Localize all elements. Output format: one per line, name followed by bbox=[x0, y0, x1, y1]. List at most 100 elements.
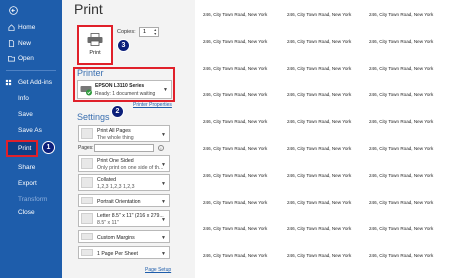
preview-label: 246, City Town Road, New York bbox=[287, 65, 352, 71]
preview-label: 246, City Town Road, New York bbox=[203, 92, 268, 98]
sidebar-item-label: Export bbox=[18, 180, 37, 187]
chevron-down-icon: ▼ bbox=[161, 250, 166, 257]
option-title: Custom Margins bbox=[97, 235, 135, 241]
add-ins-icon bbox=[5, 79, 12, 86]
preview-label: 246, City Town Road, New York bbox=[369, 199, 434, 205]
preview-label: 246, City Town Road, New York bbox=[287, 199, 352, 205]
collated-icon bbox=[81, 177, 93, 188]
option-subtitle: Only print on one side of th... bbox=[97, 165, 164, 171]
option-title: Letter 8.5" x 11" (216 x 279... bbox=[97, 213, 164, 219]
preview-label: 246, City Town Road, New York bbox=[203, 38, 268, 44]
stepper-arrows-icon: ▲ ▼ bbox=[153, 28, 157, 36]
sidebar-item-home[interactable]: Home bbox=[0, 20, 62, 36]
option-subtitle: 1,2,3 1,2,3 1,2,3 bbox=[97, 184, 135, 190]
pages-per-sheet-icon bbox=[81, 249, 93, 256]
annotation-badge-1: 1 bbox=[42, 141, 55, 154]
preview-label: 246, City Town Road, New York bbox=[203, 146, 268, 151]
option-title: Print One Sided bbox=[97, 158, 134, 164]
preview-label: 246, City Town Road, New York bbox=[369, 172, 434, 178]
preview-label: 246, City Town Road, New York bbox=[203, 119, 268, 125]
preview-label: 246, City Town Road, New York bbox=[287, 38, 352, 44]
sidebar-item-close[interactable]: Close bbox=[0, 205, 62, 221]
preview-label: 246, City Town Road, New York bbox=[287, 226, 352, 232]
print-button[interactable]: Print bbox=[77, 25, 113, 65]
sidebar-item-export[interactable]: Export bbox=[0, 176, 62, 192]
preview-label: 246, City Town Road, New York bbox=[287, 172, 352, 178]
sidebar-item-label: Close bbox=[18, 209, 35, 216]
preview-label: 246, City Town Road, New York bbox=[369, 92, 434, 98]
sidebar-item-save-as[interactable]: Save As bbox=[0, 123, 62, 139]
page-title: Print bbox=[74, 1, 103, 17]
sidebar-item-label: Open bbox=[18, 55, 34, 62]
backstage-sidebar: Home New Open Get Add-ins Info Save Save… bbox=[0, 0, 62, 278]
preview-label: 246, City Town Road, New York bbox=[369, 226, 434, 232]
preview-label: 246, City Town Road, New York bbox=[369, 119, 434, 125]
printer-name: EPSON L3110 Series bbox=[95, 83, 145, 89]
printer-properties-link[interactable]: Printer Properties bbox=[133, 102, 172, 108]
sidebar-item-label: Get Add-ins bbox=[18, 79, 52, 86]
pages-input[interactable] bbox=[94, 144, 154, 152]
info-icon: i bbox=[158, 145, 164, 151]
printer-icon bbox=[87, 33, 103, 46]
sides-select[interactable]: Print One Sided Only print on one side o… bbox=[78, 155, 170, 172]
chevron-down-icon: ▼ bbox=[161, 161, 166, 168]
new-document-icon bbox=[8, 40, 15, 47]
back-button[interactable] bbox=[0, 3, 62, 19]
preview-label: 246, City Town Road, New York bbox=[369, 65, 434, 71]
paper-size-icon bbox=[81, 213, 93, 224]
chevron-down-icon: ▼ bbox=[161, 198, 166, 205]
sidebar-item-save[interactable]: Save bbox=[0, 107, 62, 123]
chevron-down-icon: ▼ bbox=[161, 216, 166, 223]
sidebar-item-label: Save bbox=[18, 111, 33, 118]
sidebar-item-new[interactable]: New bbox=[0, 36, 62, 52]
sidebar-item-info[interactable]: Info bbox=[0, 91, 62, 107]
margins-icon bbox=[81, 233, 93, 240]
print-preview-page: 246, City Town Road, New York 246, City T… bbox=[195, 0, 474, 278]
sidebar-item-print[interactable]: Print bbox=[6, 140, 38, 157]
copies-value: 1 bbox=[143, 29, 147, 35]
sidebar-item-label: Share bbox=[18, 164, 36, 171]
preview-label: 246, City Town Road, New York bbox=[369, 38, 434, 44]
preview-label: 246, City Town Road, New York bbox=[287, 253, 352, 259]
sidebar-item-label: Info bbox=[18, 95, 29, 102]
preview-label: 246, City Town Road, New York bbox=[203, 253, 268, 259]
preview-label: 246, City Town Road, New York bbox=[369, 12, 434, 17]
option-title: Collated bbox=[97, 177, 117, 183]
preview-label: 246, City Town Road, New York bbox=[203, 226, 268, 232]
annotation-badge-3: 3 bbox=[117, 39, 130, 52]
preview-label: 246, City Town Road, New York bbox=[203, 172, 268, 178]
printer-select[interactable]: EPSON L3110 Series Ready: 1 document wai… bbox=[77, 80, 172, 99]
paper-size-select[interactable]: Letter 8.5" x 11" (216 x 279... 8.5" x 1… bbox=[78, 210, 170, 227]
preview-label: 246, City Town Road, New York bbox=[369, 253, 434, 259]
preview-label: 246, City Town Road, New York bbox=[203, 199, 268, 205]
chevron-down-icon: ▼ bbox=[161, 234, 166, 241]
option-subtitle: The whole thing bbox=[97, 135, 134, 141]
back-arrow-icon bbox=[9, 6, 18, 15]
collation-select[interactable]: Collated 1,2,3 1,2,3 1,2,3 ▼ bbox=[78, 174, 170, 191]
sidebar-item-label: New bbox=[18, 40, 32, 47]
orientation-select[interactable]: Portrait Orientation ▼ bbox=[78, 194, 170, 207]
page-setup-link[interactable]: Page Setup bbox=[145, 267, 171, 273]
copies-label: Copies: bbox=[117, 29, 136, 35]
sidebar-item-label: Home bbox=[18, 24, 36, 31]
copies-stepper[interactable]: 1 ▲ ▼ bbox=[139, 27, 159, 37]
chevron-down-icon: ▼ bbox=[161, 180, 166, 187]
preview-label: 246, City Town Road, New York bbox=[203, 12, 268, 17]
pages-per-sheet-select[interactable]: 1 Page Per Sheet ▼ bbox=[78, 246, 170, 259]
sidebar-item-share[interactable]: Share bbox=[0, 160, 62, 176]
sidebar-item-open[interactable]: Open bbox=[0, 51, 62, 67]
preview-label: 246, City Town Road, New York bbox=[287, 12, 352, 17]
pages-icon bbox=[81, 128, 93, 139]
option-subtitle: 8.5" x 11" bbox=[97, 220, 119, 226]
sidebar-item-get-add-ins[interactable]: Get Add-ins bbox=[0, 75, 62, 91]
portrait-icon bbox=[81, 197, 93, 204]
pages-label: Pages: bbox=[78, 145, 94, 151]
option-title: Portrait Orientation bbox=[97, 199, 141, 205]
margins-select[interactable]: Custom Margins ▼ bbox=[78, 230, 170, 243]
print-range-select[interactable]: Print All Pages The whole thing ▼ bbox=[78, 125, 170, 142]
printer-heading: Printer bbox=[77, 68, 104, 78]
option-title: Print All Pages bbox=[97, 128, 131, 134]
annotation-badge-2: 2 bbox=[111, 105, 124, 118]
preview-label: 246, City Town Road, New York bbox=[369, 146, 434, 151]
preview-label: 246, City Town Road, New York bbox=[287, 119, 352, 125]
